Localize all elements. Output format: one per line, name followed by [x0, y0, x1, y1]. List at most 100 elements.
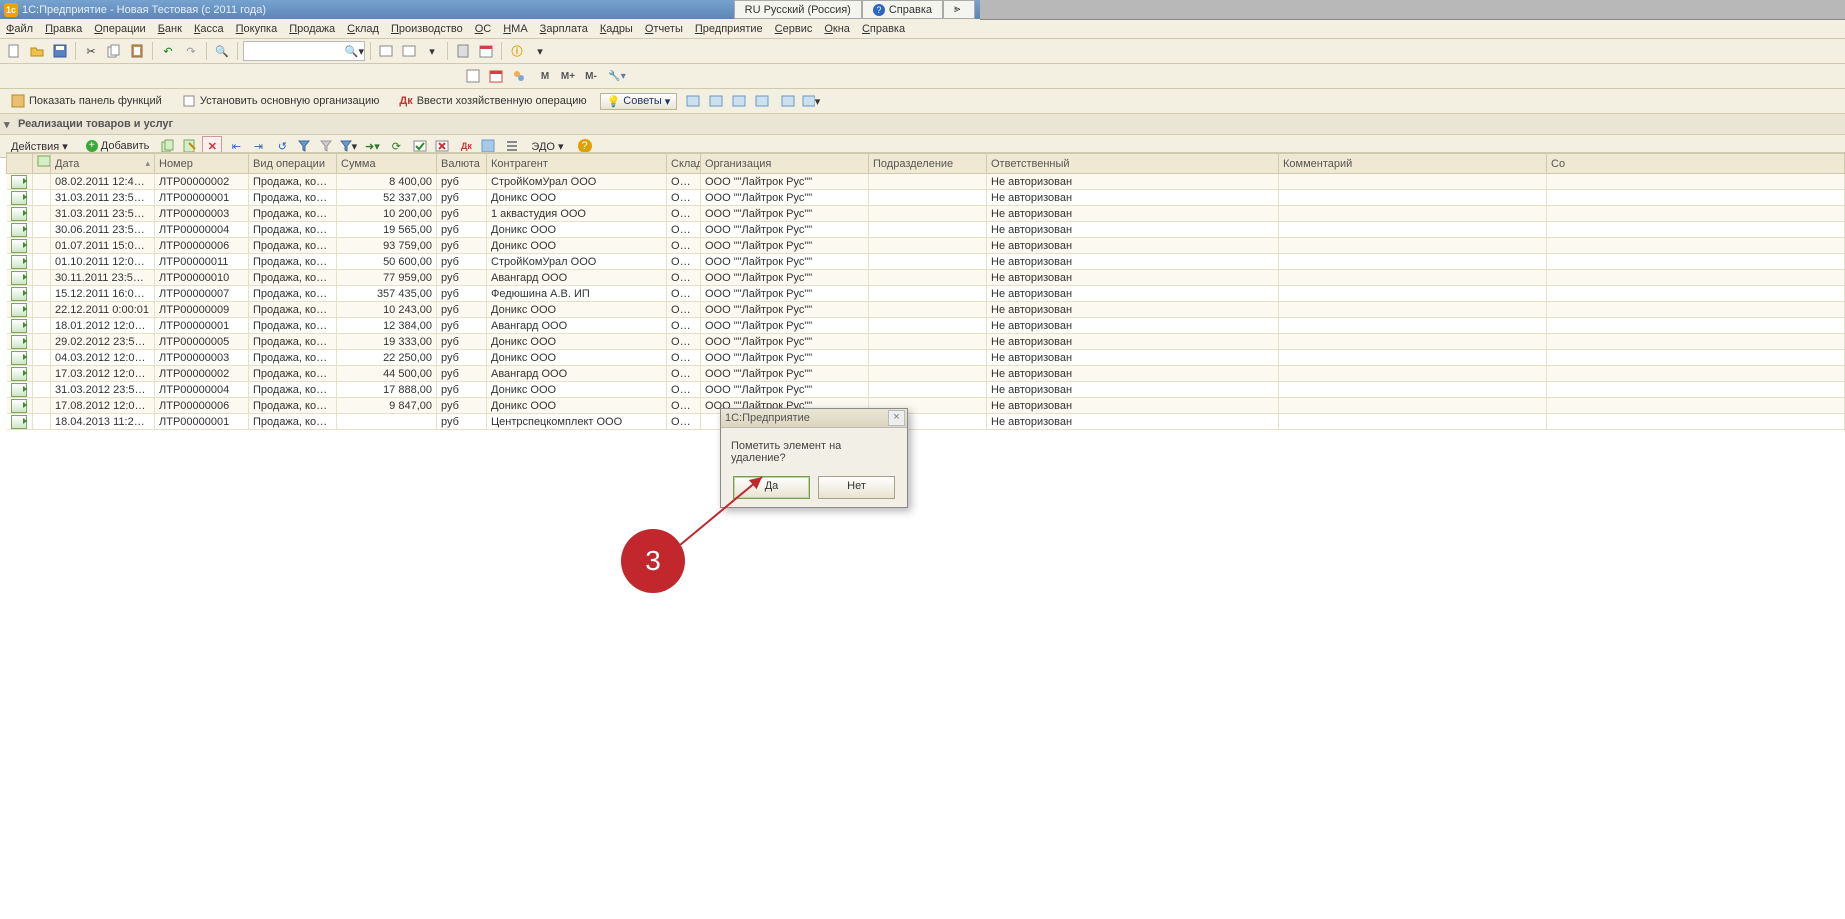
- menu-сервис[interactable]: Сервис: [775, 23, 813, 35]
- col-header-2[interactable]: Дата▴: [51, 154, 155, 174]
- menu-отчеты[interactable]: Отчеты: [645, 23, 683, 35]
- search-dropdown[interactable]: 🔍▾: [243, 41, 365, 61]
- col-header-12[interactable]: Комментарий: [1279, 154, 1547, 174]
- table-row[interactable]: 04.03.2012 12:00:00ЛТР00000003Продажа, к…: [7, 350, 1845, 366]
- redo-icon[interactable]: ↷: [181, 41, 201, 61]
- dialog-title-bar[interactable]: 1С:Предприятие ×: [721, 409, 907, 428]
- m-button[interactable]: M: [535, 66, 555, 86]
- undo-icon[interactable]: ↶: [158, 41, 178, 61]
- row-status-icon: [11, 223, 27, 237]
- table-row[interactable]: 01.07.2011 15:06:23ЛТР00000006Продажа, к…: [7, 238, 1845, 254]
- col-header-8[interactable]: Склад: [667, 154, 701, 174]
- show-panel-button[interactable]: Показать панель функций: [4, 91, 169, 111]
- table-row[interactable]: 17.03.2012 12:00:00ЛТР00000002Продажа, к…: [7, 366, 1845, 382]
- report-icon-3[interactable]: [729, 91, 749, 111]
- col-header-5[interactable]: Сумма: [337, 154, 437, 174]
- row-status-icon: [11, 335, 27, 349]
- nav-dropdown-icon[interactable]: ▾: [422, 41, 442, 61]
- menubar: Файл Правка Операции Банк Касса Покупка Продаж…: [0, 19, 1845, 39]
- info-dropdown-icon[interactable]: ▾: [530, 41, 550, 61]
- menu-производство[interactable]: Производство: [391, 23, 463, 35]
- row-status-icon: [11, 303, 27, 317]
- enter-op-button[interactable]: ДкВвести хозяйственную операцию: [392, 92, 593, 110]
- table-row[interactable]: 17.08.2012 12:00:01ЛТР00000006Продажа, к…: [7, 398, 1845, 414]
- close-icon[interactable]: ×: [888, 410, 905, 426]
- cut-icon[interactable]: ✂: [81, 41, 101, 61]
- calendar-icon[interactable]: [476, 41, 496, 61]
- menu-кадры[interactable]: Кадры: [600, 23, 633, 35]
- col-header-10[interactable]: Подразделение: [869, 154, 987, 174]
- settings-icon[interactable]: 🔧▾: [607, 66, 627, 86]
- report-icon-2[interactable]: [706, 91, 726, 111]
- col-header-0[interactable]: [7, 154, 33, 174]
- menu-операции[interactable]: Операции: [94, 23, 145, 35]
- help-tab[interactable]: ?Справка: [862, 0, 943, 19]
- save-icon[interactable]: [50, 41, 70, 61]
- report-icon-5[interactable]: [778, 91, 798, 111]
- col-header-4[interactable]: Вид операции: [249, 154, 337, 174]
- copy-icon[interactable]: [104, 41, 124, 61]
- m-minus-button[interactable]: M-: [581, 66, 601, 86]
- sec-icon-3[interactable]: [509, 66, 529, 86]
- menu-покупка[interactable]: Покупка: [236, 23, 278, 35]
- menu-склад[interactable]: Склад: [347, 23, 379, 35]
- table-row[interactable]: 08.02.2011 12:43:21ЛТР00000002Продажа, к…: [7, 174, 1845, 190]
- set-org-button[interactable]: Установить основную организацию: [175, 91, 387, 111]
- table-row[interactable]: 18.01.2012 12:00:02ЛТР00000001Продажа, к…: [7, 318, 1845, 334]
- menu-справка[interactable]: Справка: [862, 23, 905, 35]
- menu-продажа[interactable]: Продажа: [289, 23, 335, 35]
- open-icon[interactable]: [27, 41, 47, 61]
- table-row[interactable]: 31.03.2012 23:59:59ЛТР00000004Продажа, к…: [7, 382, 1845, 398]
- no-button[interactable]: Нет: [818, 476, 895, 499]
- annotation-badge: 3: [621, 529, 685, 593]
- table-row[interactable]: 29.02.2012 23:59:59ЛТР00000005Продажа, к…: [7, 334, 1845, 350]
- report-icon-4[interactable]: [752, 91, 772, 111]
- sec-icon-2[interactable]: [486, 66, 506, 86]
- menu-касса[interactable]: Касса: [194, 23, 224, 35]
- tab-overflow[interactable]: ⪢: [943, 0, 975, 19]
- menu-ос[interactable]: ОС: [475, 23, 492, 35]
- table-row[interactable]: 30.06.2011 23:59:59ЛТР00000004Продажа, к…: [7, 222, 1845, 238]
- menu-зарплата[interactable]: Зарплата: [540, 23, 588, 35]
- table-row[interactable]: 15.12.2011 16:00:59ЛТР00000007Продажа, к…: [7, 286, 1845, 302]
- report-icon-6[interactable]: ▾: [801, 91, 821, 111]
- col-header-9[interactable]: Организация: [701, 154, 869, 174]
- calc-icon[interactable]: [453, 41, 473, 61]
- info-icon[interactable]: ⓘ: [507, 41, 527, 61]
- menu-предприятие[interactable]: Предприятие: [695, 23, 763, 35]
- row-status-icon: [11, 207, 27, 221]
- new-doc-icon[interactable]: [4, 41, 24, 61]
- table-row[interactable]: 30.11.2011 23:59:59ЛТР00000010Продажа, к…: [7, 270, 1845, 286]
- paste-icon[interactable]: [127, 41, 147, 61]
- grid-area: Дата▴НомерВид операцииСуммаВалютаКонтраг…: [6, 152, 1845, 919]
- table-row[interactable]: 31.03.2011 23:59:59ЛТР00000001Продажа, к…: [7, 190, 1845, 206]
- sec-icon-1[interactable]: [463, 66, 483, 86]
- yes-button[interactable]: Да: [733, 476, 810, 499]
- m-plus-button[interactable]: M+: [558, 66, 578, 86]
- nav2-icon[interactable]: [399, 41, 419, 61]
- table-row[interactable]: 01.10.2011 12:00:00ЛТР00000011Продажа, к…: [7, 254, 1845, 270]
- col-header-11[interactable]: Ответственный: [987, 154, 1279, 174]
- menu-банк[interactable]: Банк: [158, 23, 182, 35]
- menu-файл[interactable]: Файл: [6, 23, 33, 35]
- table-row[interactable]: 22.12.2011 0:00:01ЛТР00000009Продажа, ко…: [7, 302, 1845, 318]
- collapse-icon[interactable]: ▾: [4, 118, 10, 131]
- menu-окна[interactable]: Окна: [824, 23, 850, 35]
- dialog-message: Пометить элемент на удаление?: [721, 428, 907, 468]
- report-icon-1[interactable]: [683, 91, 703, 111]
- nav1-icon[interactable]: [376, 41, 396, 61]
- documents-table[interactable]: Дата▴НомерВид операцииСуммаВалютаКонтраг…: [6, 153, 1845, 430]
- menu-правка[interactable]: Правка: [45, 23, 82, 35]
- col-header-3[interactable]: Номер: [155, 154, 249, 174]
- col-header-13[interactable]: Со: [1547, 154, 1845, 174]
- col-header-6[interactable]: Валюта: [437, 154, 487, 174]
- table-row[interactable]: 18.04.2013 11:24:40ЛТР00000001Продажа, к…: [7, 414, 1845, 430]
- table-row[interactable]: 31.03.2011 23:59:59ЛТР00000003Продажа, к…: [7, 206, 1845, 222]
- find-icon[interactable]: 🔍: [212, 41, 232, 61]
- menu-нма[interactable]: НМА: [503, 23, 527, 35]
- col-header-7[interactable]: Контрагент: [487, 154, 667, 174]
- advice-button[interactable]: 💡Советы ▾: [600, 93, 678, 110]
- col-header-1[interactable]: [33, 154, 51, 174]
- row-status-icon: [11, 287, 27, 301]
- lang-tab[interactable]: RU Русский (Россия): [734, 0, 862, 19]
